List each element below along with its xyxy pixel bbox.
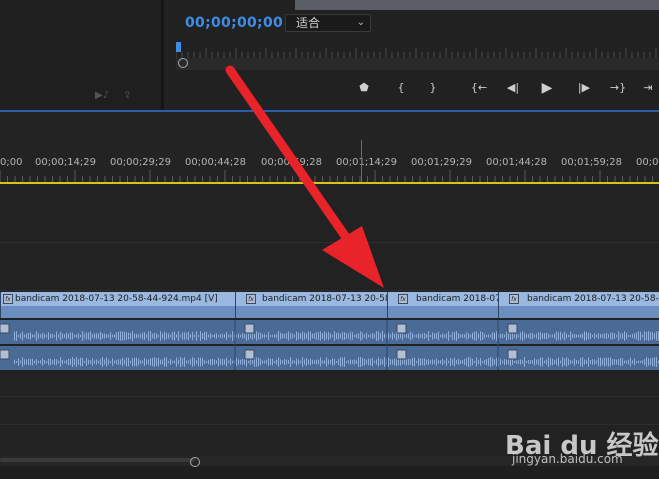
watermark-url: jingyan.baidu.com bbox=[512, 452, 623, 466]
red-annotation-arrow bbox=[225, 65, 384, 288]
